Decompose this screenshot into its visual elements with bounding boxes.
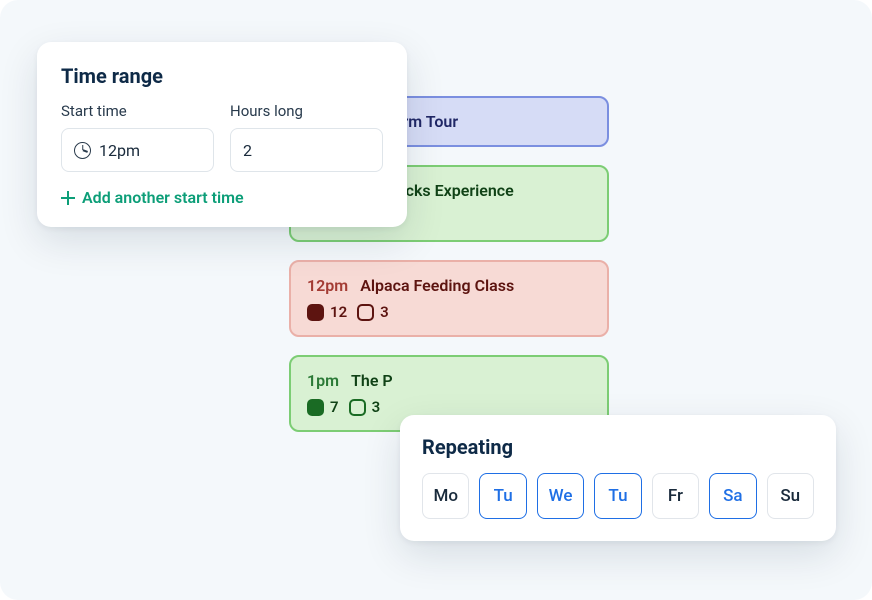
add-start-time-button[interactable]: Add another start time (61, 188, 383, 207)
time-range-fields: Start time 12pm Hours long 2 (61, 102, 383, 172)
filled-chip-icon (307, 304, 324, 321)
filled-chip-icon (307, 399, 324, 416)
event-meta: 7 3 (307, 398, 591, 416)
hours-long-input[interactable]: 2 (230, 128, 383, 172)
day-toggle[interactable]: Tu (479, 473, 526, 519)
plus-icon (61, 191, 75, 205)
booked-count: 7 (307, 398, 339, 416)
event-meta: 12 3 (307, 303, 591, 321)
event-card[interactable]: 12pm Alpaca Feeding Class 12 3 (289, 260, 609, 337)
booked-count: 12 (307, 303, 347, 321)
event-time: 12pm (307, 276, 348, 295)
time-range-title: Time range (61, 64, 383, 88)
add-start-time-label: Add another start time (82, 188, 244, 207)
open-count: 3 (357, 303, 389, 321)
event-header: 1pm The P (307, 371, 591, 390)
open-value: 3 (380, 303, 389, 321)
start-time-value: 12pm (99, 141, 140, 160)
open-count: 3 (349, 398, 381, 416)
time-range-card: Time range Start time 12pm Hours long 2 … (37, 42, 407, 227)
day-toggle[interactable]: Tu (594, 473, 641, 519)
event-header: 12pm Alpaca Feeding Class (307, 276, 591, 295)
day-toggle[interactable]: Su (767, 473, 814, 519)
outline-chip-icon (349, 399, 366, 416)
outline-chip-icon (357, 304, 374, 321)
hours-long-field: Hours long 2 (230, 102, 383, 172)
booked-value: 7 (330, 398, 339, 416)
start-time-input[interactable]: 12pm (61, 128, 214, 172)
day-toggle[interactable]: Mo (422, 473, 469, 519)
open-value: 3 (372, 398, 381, 416)
hours-long-label: Hours long (230, 102, 383, 120)
start-time-field: Start time 12pm (61, 102, 214, 172)
hours-long-value: 2 (243, 141, 252, 160)
canvas: 9am pple Farm Tour 11am Paddocks Experie… (0, 0, 872, 600)
day-toggle[interactable]: We (537, 473, 584, 519)
event-time: 1pm (307, 371, 339, 390)
day-toggle[interactable]: Sa (709, 473, 756, 519)
event-title: The P (351, 371, 393, 390)
booked-value: 12 (330, 303, 347, 321)
repeating-card: Repeating MoTuWeTuFrSaSu (400, 415, 836, 541)
repeating-title: Repeating (422, 435, 814, 459)
event-title: Alpaca Feeding Class (360, 276, 514, 295)
days-row: MoTuWeTuFrSaSu (422, 473, 814, 519)
clock-icon (74, 142, 91, 159)
start-time-label: Start time (61, 102, 214, 120)
day-toggle[interactable]: Fr (652, 473, 699, 519)
